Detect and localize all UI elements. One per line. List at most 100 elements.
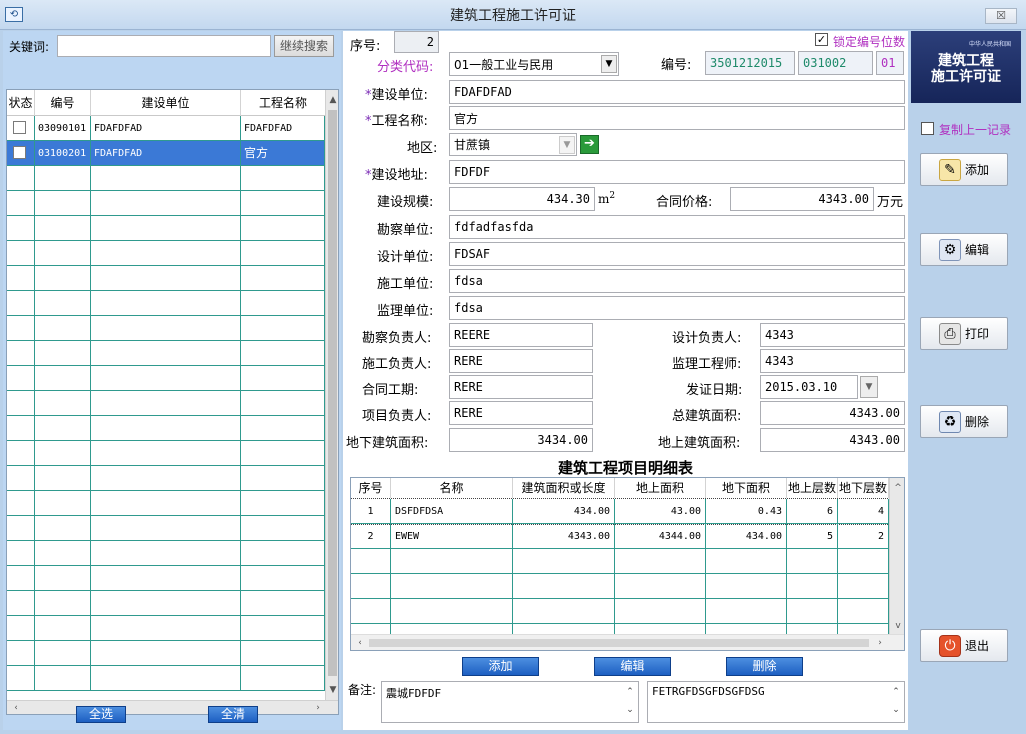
pm-field[interactable]: RERE — [449, 401, 593, 425]
table-row[interactable] — [7, 591, 325, 616]
detail-add-button[interactable]: 添加 — [462, 657, 539, 676]
record-grid-hscroll[interactable]: ‹ › — [7, 700, 338, 714]
table-row[interactable] — [7, 291, 325, 316]
select-all-button[interactable]: 全选 — [76, 706, 126, 723]
date-picker-chevron-icon[interactable]: ▼ — [860, 376, 878, 398]
scroll-down-icon[interactable]: ▼ — [326, 682, 338, 698]
above-area-field[interactable]: 4343.00 — [760, 428, 905, 452]
empty-cell — [35, 441, 91, 466]
delete-button[interactable]: ♻ 删除 — [920, 405, 1008, 438]
engineer-field[interactable]: 4343 — [760, 349, 905, 373]
survey-unit-field[interactable]: fdfadfasfda — [449, 215, 905, 239]
edit-button[interactable]: ⚙ 编辑 — [920, 233, 1008, 266]
table-row[interactable] — [7, 266, 325, 291]
table-row[interactable] — [7, 616, 325, 641]
print-button[interactable]: ⎙ 打印 — [920, 317, 1008, 350]
table-row[interactable] — [7, 416, 325, 441]
detail-row[interactable] — [351, 549, 889, 574]
scroll-left-icon[interactable]: ‹ — [9, 700, 23, 714]
continue-search-button[interactable]: 继续搜索 — [274, 35, 334, 57]
table-row[interactable] — [7, 216, 325, 241]
table-row[interactable] — [7, 166, 325, 191]
chevron-down-icon[interactable]: ▼ — [559, 136, 575, 154]
detail-hscroll-thumb[interactable] — [369, 639, 869, 647]
design-unit-field[interactable]: FDSAF — [449, 242, 905, 266]
period-field[interactable]: RERE — [449, 375, 593, 399]
address-field[interactable]: FDFDF — [449, 160, 905, 184]
keyword-input[interactable] — [57, 35, 271, 57]
category-select[interactable]: 01一般工业与民用 — [449, 52, 619, 76]
number-part-2[interactable]: 031002 — [798, 51, 873, 75]
table-row[interactable] — [7, 491, 325, 516]
number-part-3[interactable]: 01 — [876, 51, 904, 75]
total-area-field[interactable]: 4343.00 — [760, 401, 905, 425]
table-row[interactable] — [7, 366, 325, 391]
table-row[interactable] — [7, 191, 325, 216]
seq-field[interactable]: 2 — [394, 31, 439, 53]
add-button[interactable]: ✎ 添加 — [920, 153, 1008, 186]
construct-lead-field[interactable]: RERE — [449, 349, 593, 373]
detail-edit-button[interactable]: 编辑 — [594, 657, 671, 676]
notes-left-field[interactable]: 震城FDFDF — [381, 681, 639, 723]
table-row[interactable] — [7, 316, 325, 341]
detail-vscroll[interactable]: ^ v — [889, 478, 904, 634]
design-lead-field[interactable]: 4343 — [760, 323, 905, 347]
scroll-down-icon[interactable]: v — [891, 618, 904, 634]
scroll-up-icon[interactable]: ^ — [891, 480, 904, 496]
scroll-right-icon[interactable]: › — [873, 635, 887, 650]
scale-field[interactable]: 434.30 — [449, 187, 595, 211]
table-row[interactable] — [7, 666, 325, 691]
table-row[interactable] — [7, 641, 325, 666]
notes-left-scroll[interactable]: ⌃ ⌄ — [623, 683, 637, 721]
detail-row[interactable] — [351, 574, 889, 599]
scroll-left-icon[interactable]: ‹ — [353, 635, 367, 650]
under-area-field[interactable]: 3434.00 — [449, 428, 593, 452]
row-checkbox[interactable] — [13, 121, 26, 134]
lock-number-checkbox[interactable]: ✓ — [815, 33, 828, 46]
engineer-label: 监理工程师: — [672, 357, 742, 372]
clear-all-button[interactable]: 全清 — [208, 706, 258, 723]
table-row[interactable] — [7, 441, 325, 466]
construct-unit-field[interactable]: fdsa — [449, 269, 905, 293]
builder-label: *建设单位: — [365, 88, 428, 103]
table-row[interactable] — [7, 466, 325, 491]
detail-row[interactable]: 2 EWEW 4343.00 4344.00 434.00 5 2 — [351, 524, 889, 549]
project-field[interactable]: 官方 — [449, 106, 905, 130]
survey-lead-field[interactable]: REERE — [449, 323, 593, 347]
scroll-right-icon[interactable]: › — [311, 700, 325, 714]
row-checkbox[interactable] — [13, 146, 26, 159]
table-row[interactable] — [7, 541, 325, 566]
table-row[interactable] — [7, 341, 325, 366]
notes-right-scroll[interactable]: ⌃ ⌄ — [889, 683, 903, 721]
table-row[interactable] — [7, 391, 325, 416]
issue-date-field[interactable]: 2015.03.10 — [760, 375, 858, 399]
detail-row[interactable] — [351, 599, 889, 624]
chevron-down-icon[interactable]: ▼ — [601, 55, 617, 73]
table-row[interactable] — [7, 241, 325, 266]
table-row[interactable] — [7, 516, 325, 541]
close-button[interactable]: ☒ — [985, 8, 1017, 24]
notes-right-field[interactable]: FETRGFDSGFDSGFDSG — [647, 681, 905, 723]
region-select[interactable]: 甘蔗镇 — [449, 133, 577, 156]
empty-cell — [7, 241, 35, 266]
supervise-unit-field[interactable]: fdsa — [449, 296, 905, 320]
detail-cell: 2 — [351, 524, 391, 549]
detail-delete-button[interactable]: 删除 — [726, 657, 803, 676]
cell-unit: FDAFDFAD — [91, 141, 241, 166]
copy-previous-checkbox[interactable] — [921, 122, 934, 135]
empty-cell — [241, 541, 325, 566]
price-field[interactable]: 4343.00 — [730, 187, 874, 211]
table-row[interactable]: 03090101 FDAFDFAD FDAFDFAD — [7, 116, 325, 141]
record-grid-vscroll[interactable]: ▲ ▼ — [325, 90, 338, 700]
scroll-up-icon[interactable]: ▲ — [326, 92, 338, 108]
exit-button[interactable]: ⏻ 退出 — [920, 629, 1008, 662]
detail-hscroll[interactable]: ‹ › — [351, 634, 904, 650]
detail-row[interactable]: 1 DSFDFDSA 434.00 43.00 0.43 6 4 — [351, 498, 890, 525]
number-part-1[interactable]: 3501212015 — [705, 51, 795, 75]
builder-field[interactable]: FDAFDFAD — [449, 80, 905, 104]
table-row[interactable]: 03100201 FDAFDFAD 官方 — [7, 141, 325, 166]
table-row[interactable] — [7, 566, 325, 591]
empty-cell — [241, 216, 325, 241]
go-arrow-icon[interactable]: ➔ — [580, 135, 599, 154]
record-grid-vscroll-thumb[interactable] — [328, 110, 337, 676]
